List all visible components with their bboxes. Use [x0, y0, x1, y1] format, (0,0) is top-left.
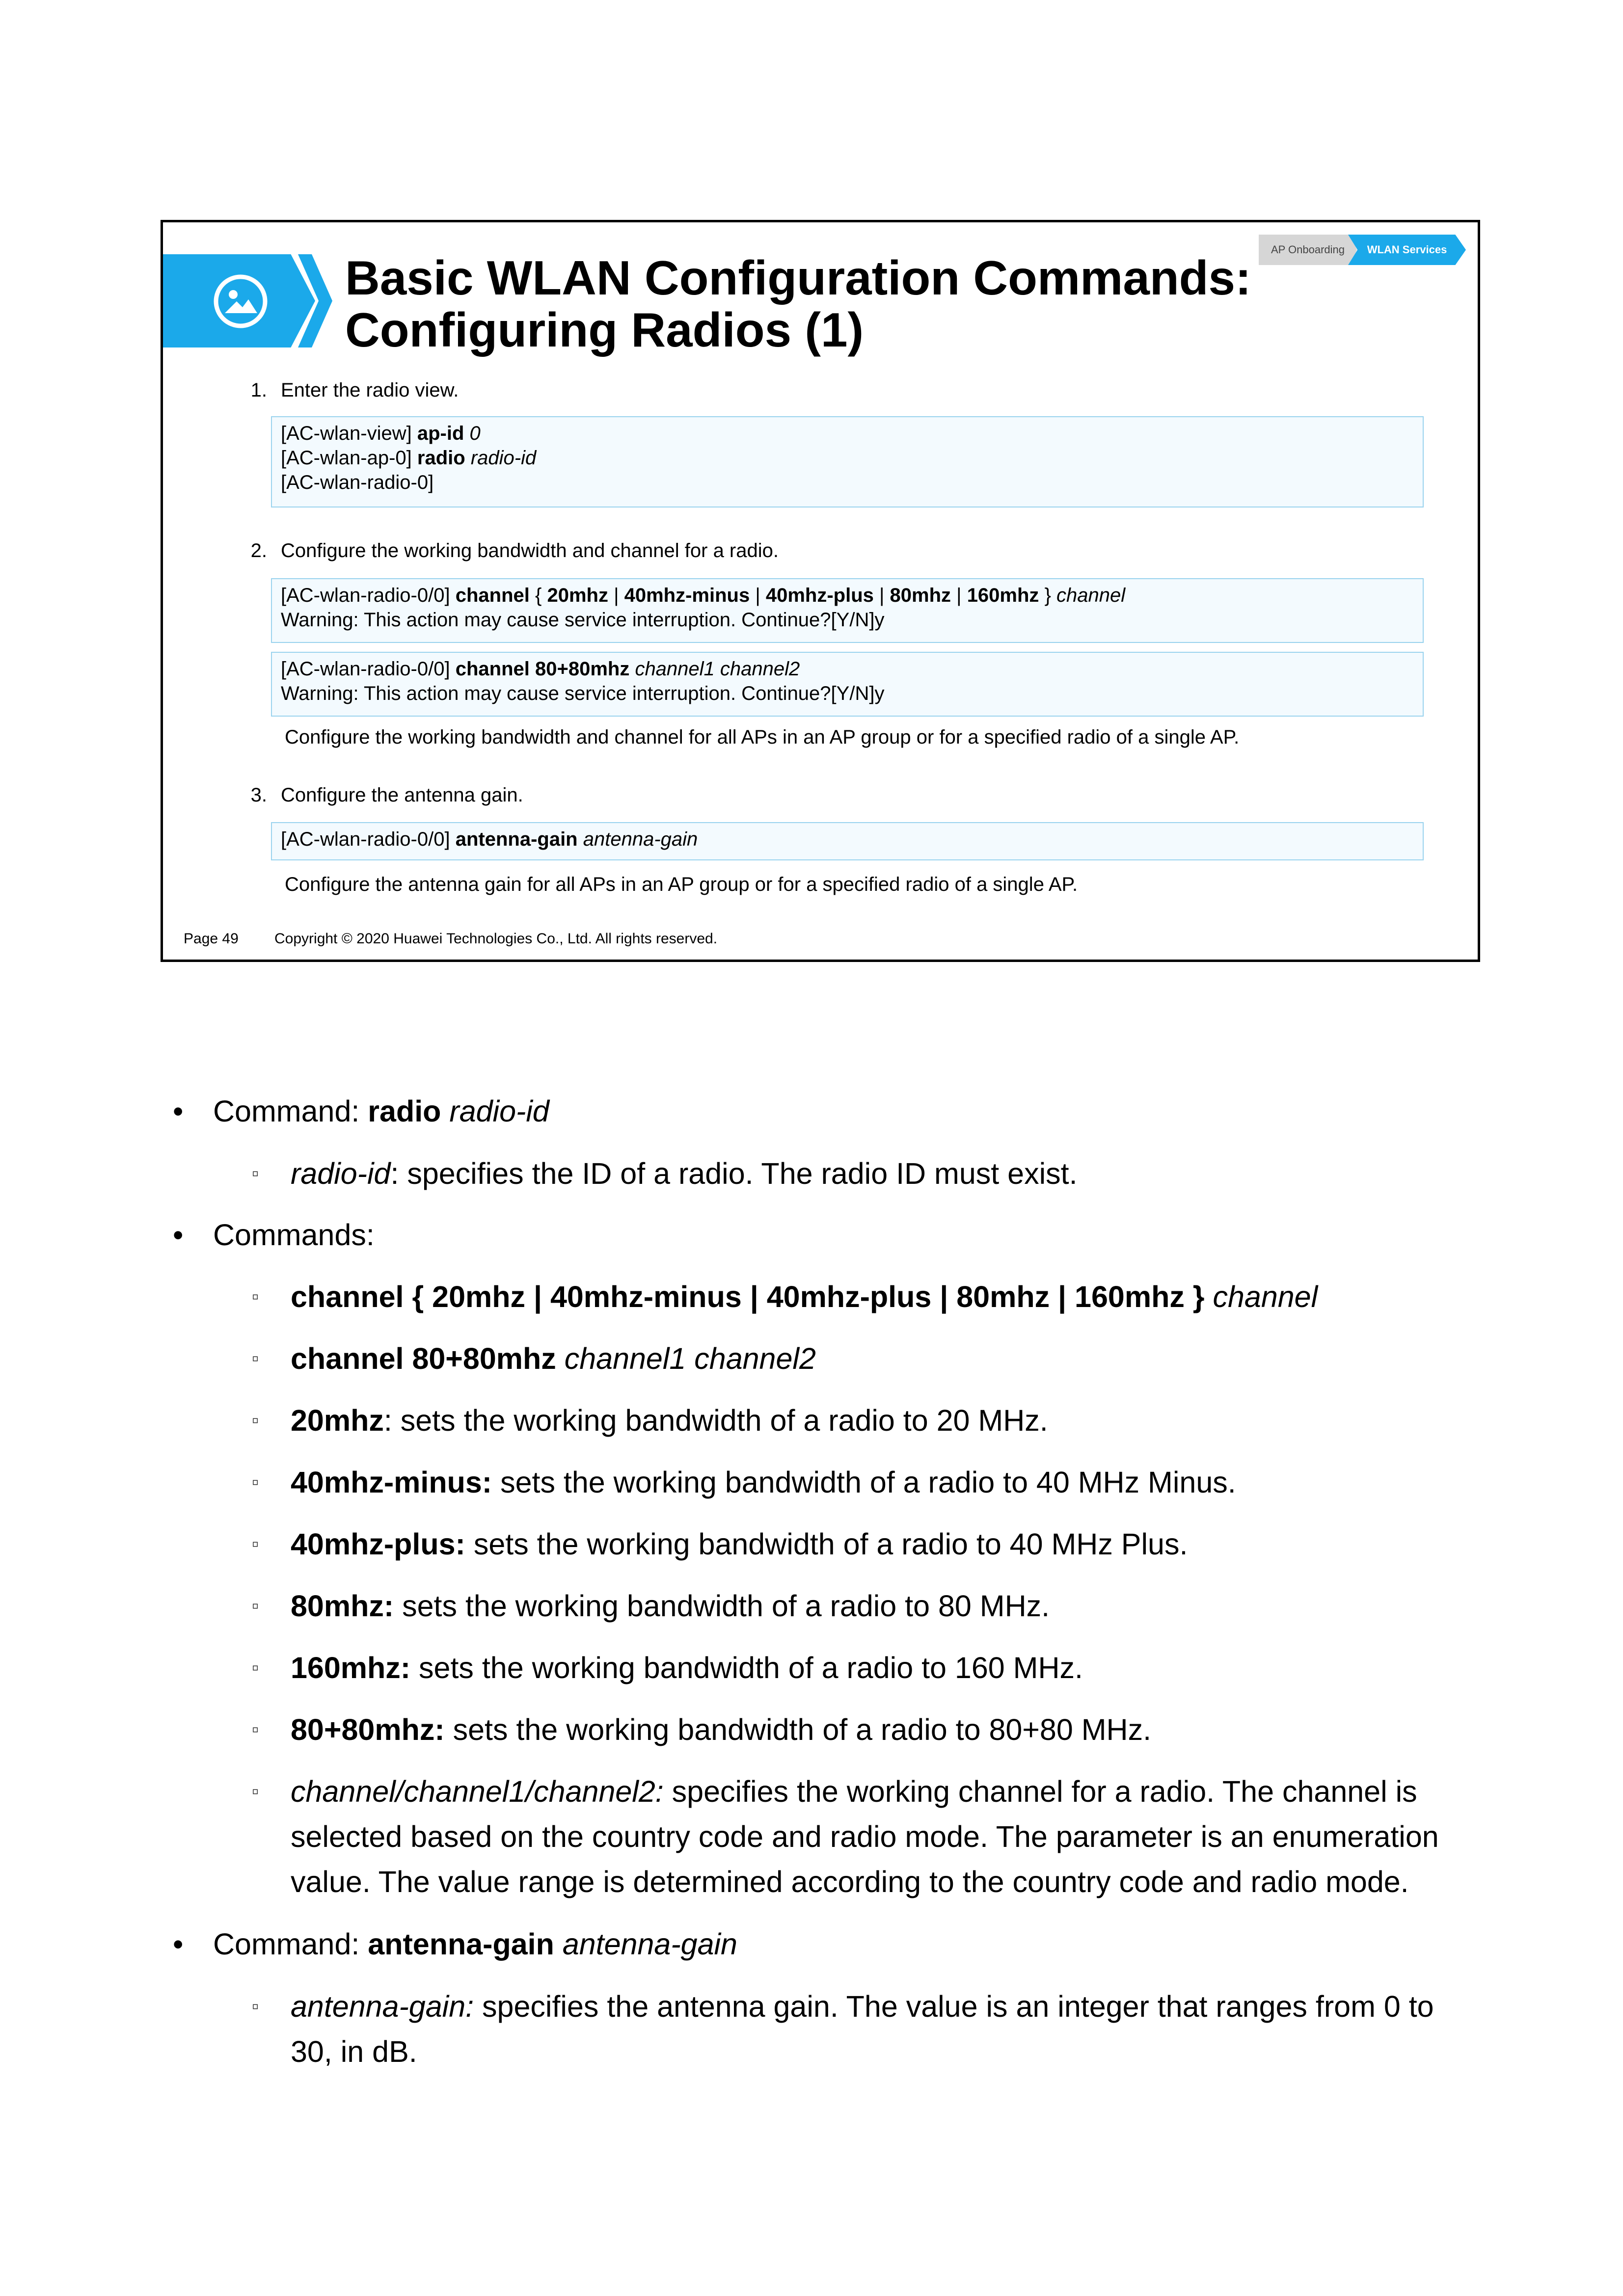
command-line: [AC-wlan-radio-0/0] channel { 20mhz | 40…	[281, 585, 1126, 606]
sub-bullet-mark: ▫	[252, 1163, 259, 1184]
sub-bullet-mark: ▫	[252, 1348, 259, 1369]
command-line: [AC-wlan-view] ap-id 0	[281, 423, 481, 444]
slide-title: Basic WLAN Configuration Commands: Confi…	[345, 252, 1278, 356]
nav-ap-onboarding[interactable]: AP Onboarding	[1259, 235, 1357, 265]
command-box-channel-80-80: [AC-wlan-radio-0/0] channel 80+80mhz cha…	[271, 652, 1424, 717]
page-number: Page 49	[184, 931, 239, 947]
title-line-2: Configuring Radios (1)	[345, 303, 864, 357]
command-box-channel: [AC-wlan-radio-0/0] channel { 20mhz | 40…	[271, 578, 1424, 643]
sub-bullet-mark: ▫	[252, 1996, 259, 2017]
command-box-antenna-gain: [AC-wlan-radio-0/0] antenna-gain antenna…	[271, 822, 1424, 860]
title-line-1: Basic WLAN Configuration Commands:	[345, 251, 1251, 305]
bullet-mark: •	[173, 1218, 184, 1252]
step-1: 1. Enter the radio view.	[229, 378, 459, 402]
sub-bullet-mark: ▫	[252, 1471, 259, 1493]
command-line: [AC-wlan-ap-0] radio radio-id	[281, 447, 537, 469]
sub-bullet-mark: ▫	[252, 1286, 259, 1308]
warning-line: Warning: This action may cause service i…	[281, 609, 885, 631]
step-number: 1.	[250, 379, 267, 401]
sub-bullet-mark: ▫	[252, 1781, 259, 1802]
command-line: [AC-wlan-radio-0/0] channel 80+80mhz cha…	[281, 658, 800, 680]
bullet-mark: •	[173, 1095, 184, 1128]
step-number: 3.	[250, 784, 267, 806]
slide-frame: Basic WLAN Configuration Commands: Confi…	[161, 220, 1480, 962]
warning-line: Warning: This action may cause service i…	[281, 683, 885, 704]
step-2: 2. Configure the working bandwidth and ch…	[229, 539, 779, 562]
bullet-mark: •	[173, 1927, 184, 1961]
sub-bullet-mark: ▫	[252, 1595, 259, 1617]
step-label: Enter the radio view.	[281, 379, 459, 401]
image-icon	[214, 274, 268, 328]
command-line: [AC-wlan-radio-0]	[281, 472, 434, 493]
step-3: 3. Configure the antenna gain.	[229, 783, 523, 807]
note-antenna-gain: Configure the antenna gain for all APs i…	[285, 874, 1078, 895]
command-box-radio-view: [AC-wlan-view] ap-id 0 [AC-wlan-ap-0] ra…	[271, 416, 1424, 507]
sub-bullet-mark: ▫	[252, 1533, 259, 1555]
sub-bullet-mark: ▫	[252, 1657, 259, 1679]
step-label: Configure the working bandwidth and chan…	[281, 540, 779, 561]
sub-bullet-mark: ▫	[252, 1410, 259, 1431]
command-line: [AC-wlan-radio-0/0] antenna-gain antenna…	[281, 828, 698, 850]
slide-footer: Page 49 Copyright © 2020 Huawei Technolog…	[184, 929, 717, 949]
step-label: Configure the antenna gain.	[281, 784, 523, 806]
note-channel: Configure the working bandwidth and chan…	[285, 726, 1240, 748]
copyright: Copyright © 2020 Huawei Technologies Co.…	[274, 931, 718, 947]
step-number: 2.	[250, 540, 267, 561]
nav-wlan-services[interactable]: WLAN Services	[1348, 235, 1466, 265]
sub-bullet-mark: ▫	[252, 1719, 259, 1740]
